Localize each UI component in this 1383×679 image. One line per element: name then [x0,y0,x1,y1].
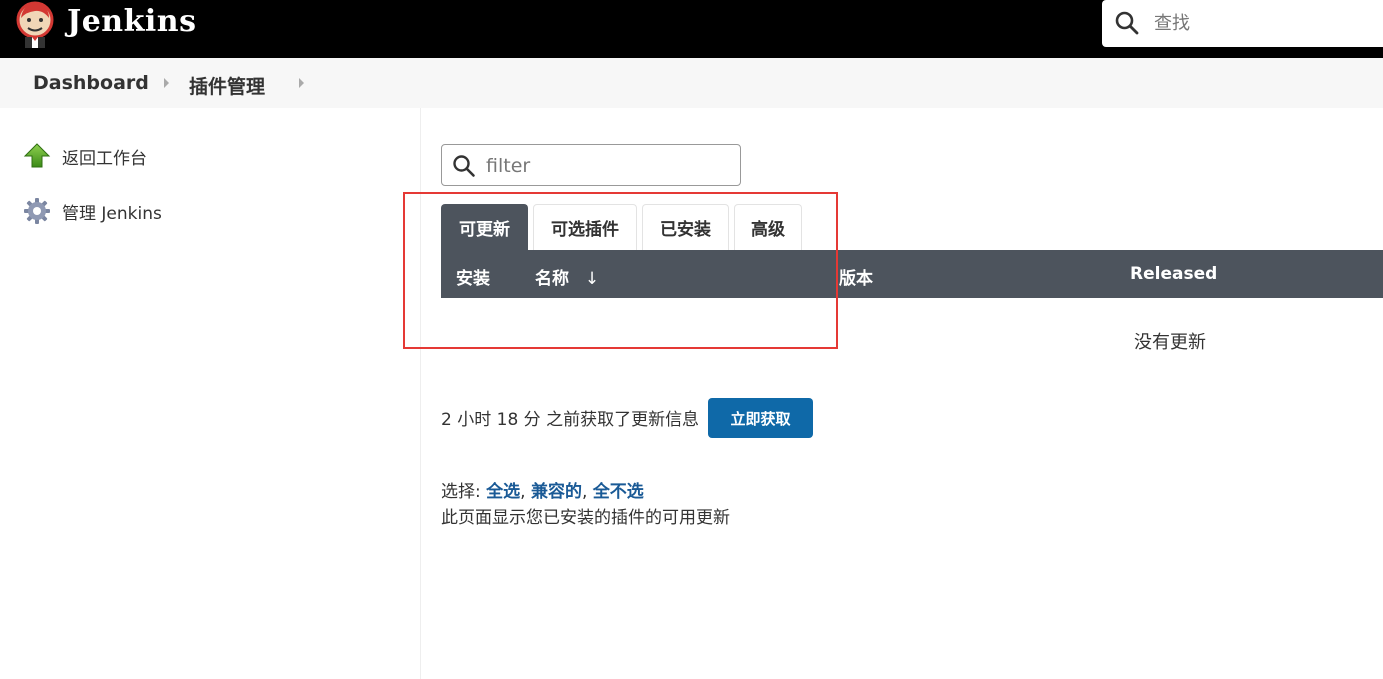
side-panel: 返回工作台 管理 Jenkins [0,108,421,679]
jenkins-logo[interactable] [15,0,55,50]
sort-arrow-icon: ↓ [584,269,600,289]
column-name[interactable]: 名称 ↓ [535,264,599,289]
column-version[interactable]: 版本 [839,264,873,289]
search-input[interactable] [1154,8,1374,38]
column-name-label: 名称 [535,269,569,289]
select-options: 选择: 全选, 兼容的, 全不选 [441,482,644,502]
tab-available[interactable]: 可选插件 [533,204,637,250]
breadcrumb-plugin-manager[interactable]: 插件管理 [189,72,265,99]
column-released[interactable]: Released [1130,264,1217,284]
tab-installed[interactable]: 已安装 [642,204,729,250]
breadcrumb-chevron-icon[interactable] [164,78,169,88]
brand-title[interactable]: Jenkins [67,4,196,39]
breadcrumb-dashboard[interactable]: Dashboard [33,72,149,94]
gear-icon [24,198,50,224]
sidebar-item-label: 管理 Jenkins [62,203,162,224]
plugin-table-header: 安装 名称 ↓ 版本 Released [441,250,1383,298]
select-prefix: 选择: [441,482,481,502]
fetch-now-button[interactable]: 立即获取 [708,398,813,438]
breadcrumb-chevron-icon[interactable] [299,78,304,88]
search-icon [453,155,475,177]
update-info-text: 2 小时 18 分 之前获取了更新信息 [441,410,700,430]
select-all-link[interactable]: 全选 [486,482,520,502]
filter-input[interactable] [486,153,726,179]
search-icon [1115,11,1139,35]
global-search[interactable] [1102,0,1383,47]
no-updates-message: 没有更新 [1134,332,1206,353]
tab-advanced[interactable]: 高级 [734,204,802,250]
top-header: Jenkins [0,0,1383,58]
column-install[interactable]: 安装 [456,264,490,289]
up-arrow-icon [23,143,51,168]
sidebar-item-back-to-dashboard[interactable]: 返回工作台 [22,141,147,171]
select-none-link[interactable]: 全不选 [593,482,644,502]
tab-updates[interactable]: 可更新 [441,204,528,250]
page-description: 此页面显示您已安装的插件的可用更新 [441,508,730,528]
sidebar-item-manage-jenkins[interactable]: 管理 Jenkins [22,196,162,226]
select-compatible-link[interactable]: 兼容的 [531,482,582,502]
plugin-filter[interactable] [441,144,741,186]
sidebar-item-label: 返回工作台 [62,148,147,169]
breadcrumb: Dashboard 插件管理 [0,58,1383,108]
